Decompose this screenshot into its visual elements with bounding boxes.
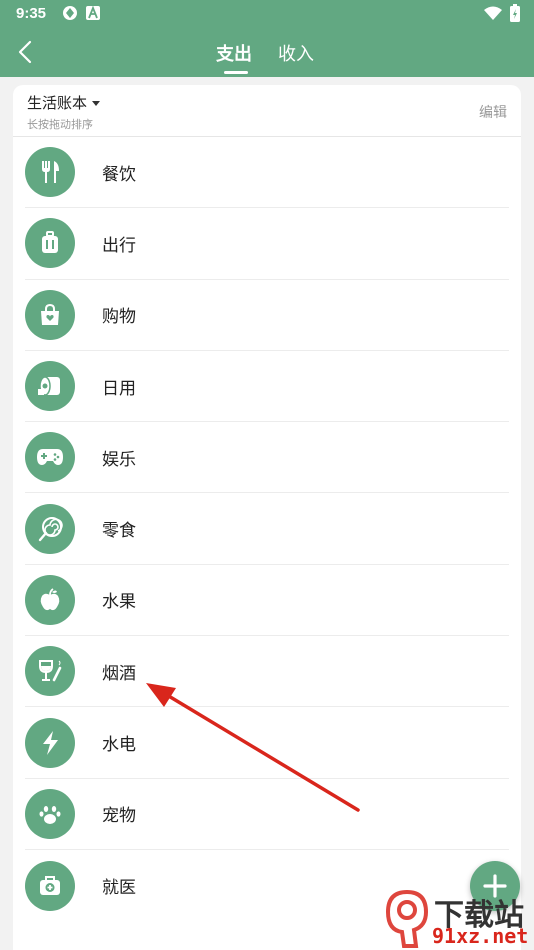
category-label: 水电 [102, 735, 136, 755]
category-label: 娱乐 [102, 449, 136, 469]
category-label: 出行 [102, 235, 136, 255]
category-item-travel[interactable]: 出行 [25, 208, 509, 280]
luggage-icon [25, 218, 75, 269]
shopping-bag-icon [25, 289, 75, 340]
medical-kit-icon [25, 860, 75, 911]
category-label: 日用 [102, 378, 136, 398]
category-label: 零食 [102, 521, 136, 541]
gamepad-icon [25, 432, 75, 483]
sort-hint: 长按拖动排序 [27, 119, 93, 131]
type-tabs: 支出 收入 [216, 40, 314, 74]
wifi-icon [484, 6, 502, 20]
paw-icon [25, 788, 75, 839]
wine-cigarette-icon [25, 646, 75, 697]
category-label: 宠物 [102, 806, 136, 826]
category-label: 就医 [102, 878, 136, 898]
account-book-title: 生活账本 [27, 95, 88, 112]
category-card: 生活账本 长按拖动排序 编辑 餐饮 出行 购物 日用 娱乐 零食 水果 烟酒 水… [13, 85, 521, 950]
category-label: 水果 [102, 592, 136, 612]
category-item-pets[interactable]: 宠物 [25, 779, 509, 850]
watermark-logo-icon [385, 890, 429, 948]
category-item-entertainment[interactable]: 娱乐 [25, 422, 509, 494]
account-book-selector[interactable]: 生活账本 [27, 92, 101, 113]
toilet-paper-icon [25, 361, 75, 412]
category-label: 餐饮 [102, 164, 136, 184]
battery-icon [510, 4, 520, 22]
tab-income[interactable]: 收入 [278, 40, 314, 74]
tab-expense[interactable]: 支出 [216, 40, 252, 74]
category-item-tobacco-alcohol[interactable]: 烟酒 [25, 636, 509, 708]
account-book-row: 生活账本 长按拖动排序 编辑 [13, 85, 521, 137]
category-item-dining[interactable]: 餐饮 [25, 137, 509, 209]
category-label: 烟酒 [102, 663, 136, 683]
app-notification-icon [63, 6, 77, 20]
watermark-url: 91xz.net [432, 924, 529, 948]
apple-icon [25, 574, 75, 625]
lightning-icon [25, 717, 75, 768]
category-label: 购物 [102, 307, 136, 327]
utensils-icon [25, 147, 75, 198]
a-notification-icon [86, 6, 100, 20]
site-watermark: 下载站 91xz.net [382, 890, 532, 948]
app-header: 9:35 支出 收入 [0, 0, 534, 77]
category-item-shopping[interactable]: 购物 [25, 280, 509, 351]
category-item-daily[interactable]: 日用 [25, 351, 509, 423]
status-system-icons [484, 4, 520, 22]
category-item-fruit[interactable]: 水果 [25, 565, 509, 637]
category-item-utilities[interactable]: 水电 [25, 707, 509, 779]
category-list: 餐饮 出行 购物 日用 娱乐 零食 水果 烟酒 水电 宠物 就医 [25, 137, 509, 921]
status-time: 9:35 [16, 5, 47, 22]
edit-button[interactable]: 编辑 [479, 102, 507, 122]
lollipop-icon [25, 503, 75, 554]
category-item-snacks[interactable]: 零食 [25, 493, 509, 565]
caret-down-icon [92, 100, 101, 106]
back-arrow-icon[interactable] [14, 38, 38, 66]
status-notification-icons [62, 5, 100, 21]
